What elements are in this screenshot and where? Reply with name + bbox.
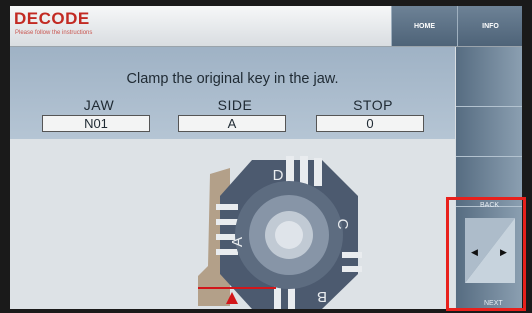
side-letter-d: D xyxy=(273,167,284,184)
notch xyxy=(314,158,322,186)
notch xyxy=(288,286,295,309)
page-subtitle: Please follow the instructions xyxy=(15,30,93,36)
notch xyxy=(300,156,308,186)
notch xyxy=(216,204,238,210)
divider xyxy=(456,156,522,157)
notch xyxy=(274,286,281,309)
notch xyxy=(216,219,238,225)
side-letter-b: B xyxy=(317,288,327,305)
instruction-text: Clamp the original key in the jaw. xyxy=(126,71,339,87)
info-button[interactable]: INFO xyxy=(457,6,522,46)
notch xyxy=(342,252,362,258)
side-value: A xyxy=(178,115,286,132)
side-label: SIDE xyxy=(217,97,253,113)
stop-label: STOP xyxy=(353,97,393,113)
jaw-hub xyxy=(275,221,303,249)
page-title: DECODE xyxy=(14,9,90,28)
instruction-panel: Clamp the original key in the jaw. JAW S… xyxy=(10,47,455,139)
jaw-value: N01 xyxy=(42,115,150,132)
home-button[interactable]: HOME xyxy=(391,6,457,46)
jaw-diagram: A B C D xyxy=(198,156,362,309)
highlight-box xyxy=(446,197,526,311)
notch xyxy=(342,266,362,272)
header-bar: DECODE Please follow the instructions HO… xyxy=(10,6,522,47)
stop-value: 0 xyxy=(316,115,424,132)
jaw-label: JAW xyxy=(83,97,115,113)
notch xyxy=(216,249,238,255)
side-letter-a: A xyxy=(229,237,246,247)
divider xyxy=(456,106,522,107)
side-letter-c: C xyxy=(334,219,351,230)
